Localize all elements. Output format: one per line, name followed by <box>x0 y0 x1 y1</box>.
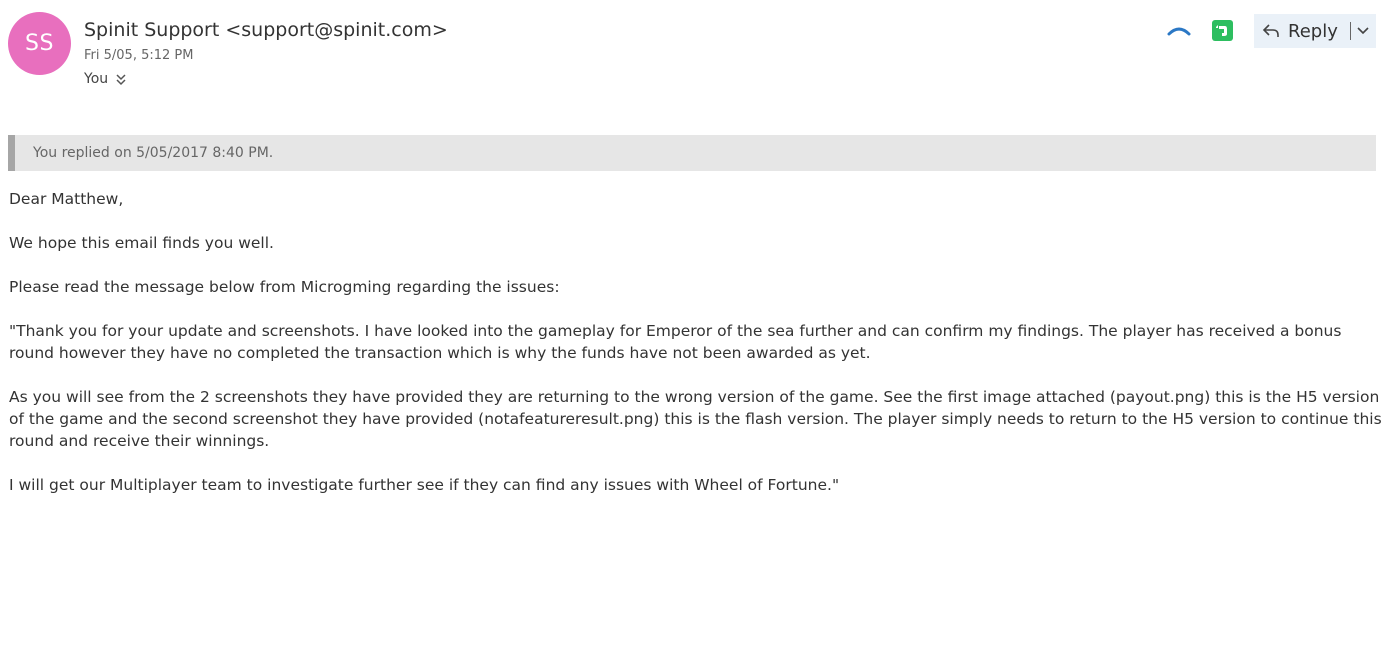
recipient-name[interactable]: You <box>84 71 108 87</box>
body-paragraph: I will get our Multiplayer team to inves… <box>9 476 840 494</box>
sender-name[interactable]: Spinit Support <support@spinit.com> <box>84 19 448 41</box>
reply-label: Reply <box>1288 20 1338 42</box>
chevron-down-icon <box>1357 27 1369 35</box>
reply-group: Reply <box>1254 14 1376 48</box>
collapse-button[interactable] <box>1166 20 1192 42</box>
avatar-initials: SS <box>25 31 54 56</box>
replied-info-text: You replied on 5/05/2017 8:40 PM. <box>33 145 274 161</box>
body-paragraph: As you will see from the 2 screenshots t… <box>9 388 1382 450</box>
expand-recipients-icon[interactable] <box>114 72 128 86</box>
sender-avatar: SS <box>8 12 71 75</box>
evernote-button[interactable] <box>1212 20 1233 41</box>
chevron-up-icon <box>1167 27 1191 36</box>
reply-button[interactable]: Reply <box>1254 14 1338 48</box>
reply-options-button[interactable] <box>1351 14 1376 48</box>
body-paragraph: "Thank you for your update and screensho… <box>9 322 1342 362</box>
replied-info-bar: You replied on 5/05/2017 8:40 PM. <box>8 135 1376 171</box>
body-paragraph: We hope this email finds you well. <box>9 234 274 252</box>
message-body: Dear Matthew, We hope this email finds y… <box>9 188 1387 518</box>
sent-datetime: Fri 5/05, 5:12 PM <box>84 48 194 63</box>
recipients-line[interactable]: You <box>84 71 128 87</box>
reply-arrow-icon <box>1262 24 1279 37</box>
body-paragraph: Please read the message below from Micro… <box>9 278 560 296</box>
evernote-icon <box>1216 25 1227 36</box>
body-paragraph: Dear Matthew, <box>9 190 124 208</box>
